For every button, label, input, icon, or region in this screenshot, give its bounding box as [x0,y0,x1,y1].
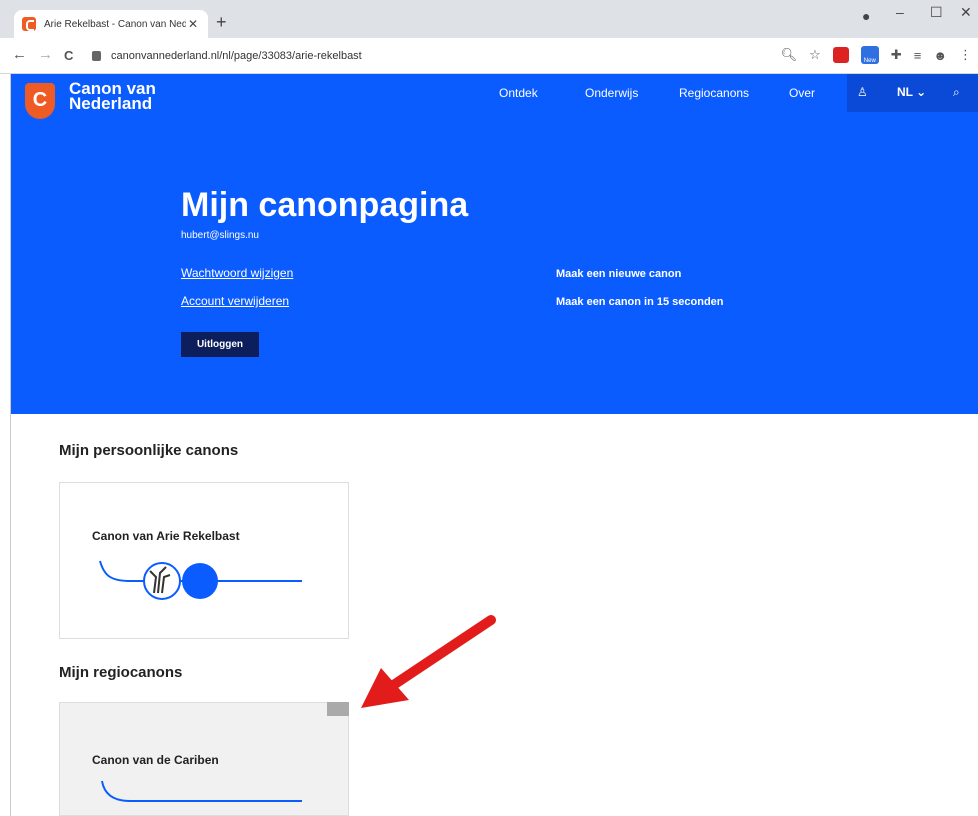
chevron-down-icon: ⌄ [916,85,927,99]
delete-account-link[interactable]: Account verwijderen [181,294,289,308]
new-tab-button[interactable]: + [216,12,227,33]
extensions-puzzle-icon[interactable]: ✚ [891,47,902,63]
quick-canon-link[interactable]: Maak een canon in 15 seconden [556,296,724,308]
language-selector[interactable]: NL ⌄ [897,85,926,99]
regional-canon-title: Canon van de Cariben [92,753,219,767]
nav-regiocanons[interactable]: Regiocanons [679,86,749,100]
window-maximize-button[interactable]: ☐ [930,4,943,21]
site-brand[interactable]: Canon van Nederland [69,80,156,113]
nav-over[interactable]: Over [789,86,815,100]
nav-onderwijs[interactable]: Onderwijs [585,86,638,100]
nav-ontdek[interactable]: Ontdek [499,86,538,100]
brand-line-2: Nederland [69,94,153,113]
profile-dot-icon[interactable]: ● [862,8,870,24]
zoom-icon[interactable]: 🔍︎ [781,47,798,63]
url-text: canonvannederland.nl/nl/page/33083/arie-… [111,50,362,62]
hero-banner: C Canon van Nederland Ontdek Onderwijs R… [11,74,978,414]
personal-canon-title: Canon van Arie Rekelbast [92,529,240,543]
bookmark-star-icon[interactable]: ☆ [809,47,821,63]
site-favicon-icon [22,17,36,31]
profile-icon[interactable]: ☻ [933,48,947,63]
toolbar-icons: 🔍︎ ☆ New ✚ ≡ ☻ ⋮ [781,46,972,64]
pdf-extension-icon[interactable] [832,47,849,63]
language-label: NL [897,85,913,99]
red-annotation-arrow-icon [361,615,496,708]
back-button[interactable]: ← [12,46,27,63]
menu-kebab-icon[interactable]: ⋮ [959,47,972,63]
page-title: Mijn canonpagina [181,186,469,224]
reading-list-icon[interactable]: ≡ [914,48,922,63]
tab-title: Arie Rekelbast - Canon van Nede [44,18,186,30]
personal-canons-heading: Mijn persoonlijke canons [59,442,239,459]
lock-icon [92,51,101,61]
browser-toolbar: ← → C canonvannederland.nl/nl/page/33083… [0,38,978,74]
user-icon[interactable]: ♙ [857,85,868,99]
new-canon-link[interactable]: Maak een nieuwe canon [556,268,681,280]
canon-logo-icon[interactable]: C [25,83,55,119]
user-email: hubert@slings.nu [181,230,259,241]
forward-button[interactable]: → [38,46,53,63]
new-extension-icon[interactable]: New [860,46,879,64]
regional-canon-card[interactable]: Canon van de Cariben [59,702,349,816]
logout-button[interactable]: Uitloggen [181,332,259,357]
window-minimize-button[interactable]: – [896,4,904,20]
account-nav: ♙ NL ⌄ ⌕ [847,74,978,112]
reload-button[interactable]: C [64,48,73,63]
browser-tab[interactable]: Arie Rekelbast - Canon van Nede ✕ [14,10,208,38]
regional-canons-heading: Mijn regiocanons [59,664,183,681]
personal-canon-card[interactable]: Canon van Arie Rekelbast [59,482,349,639]
canon-timeline-icon [99,560,302,600]
card-corner-handle[interactable] [327,702,349,716]
website: C Canon van Nederland Ontdek Onderwijs R… [10,74,978,816]
window-close-button[interactable]: ✕ [960,4,972,21]
change-password-link[interactable]: Wachtwoord wijzigen [181,266,293,280]
search-icon[interactable]: ⌕ [953,85,960,100]
address-bar[interactable]: canonvannederland.nl/nl/page/33083/arie-… [92,45,832,67]
browser-tabstrip: Arie Rekelbast - Canon van Nede ✕ + ● – … [0,0,978,38]
canon-timeline-icon [101,780,302,802]
tab-close-icon[interactable]: ✕ [186,17,200,31]
